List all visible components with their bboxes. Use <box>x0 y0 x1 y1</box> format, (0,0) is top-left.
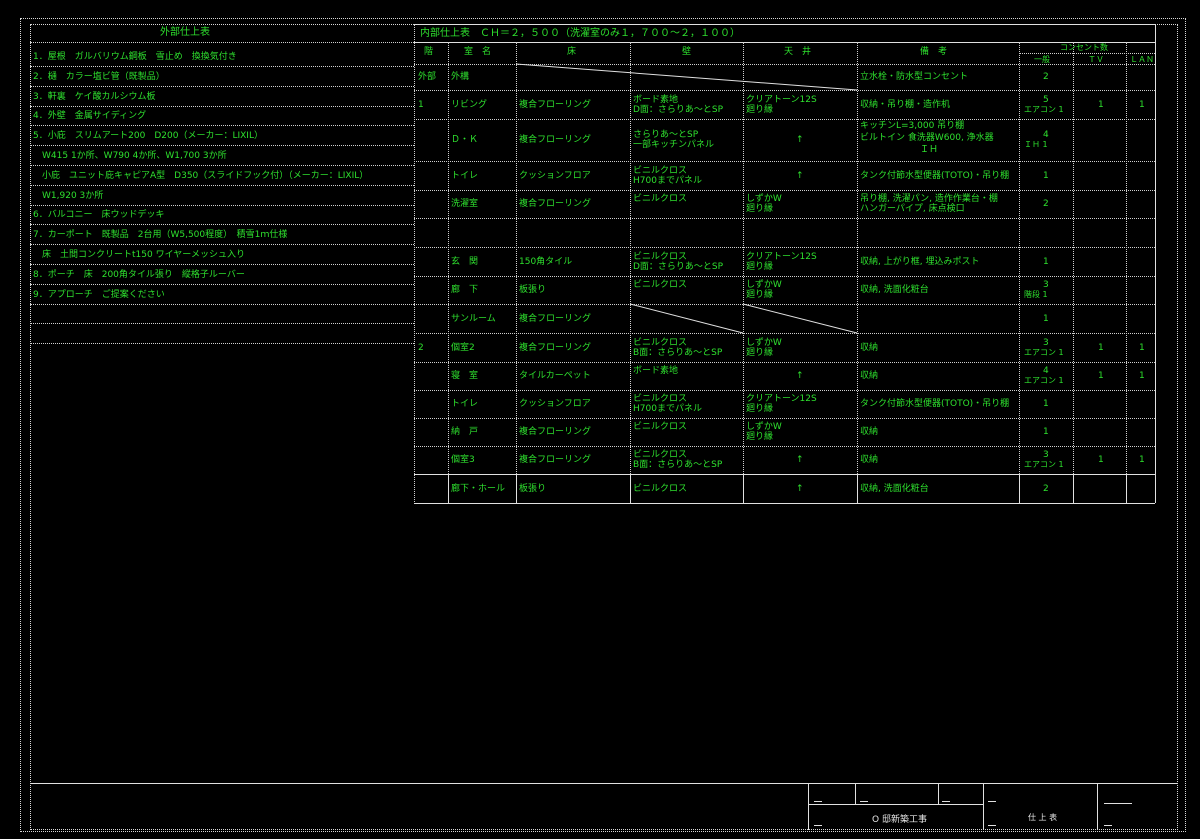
project-name: O 邸新築工事 <box>872 815 927 825</box>
strike-lines <box>515 63 858 334</box>
strike-line <box>742 303 858 334</box>
strike-line <box>515 63 858 91</box>
drawing-name: 仕 上 表 <box>1028 813 1058 822</box>
strike-line <box>629 303 744 334</box>
